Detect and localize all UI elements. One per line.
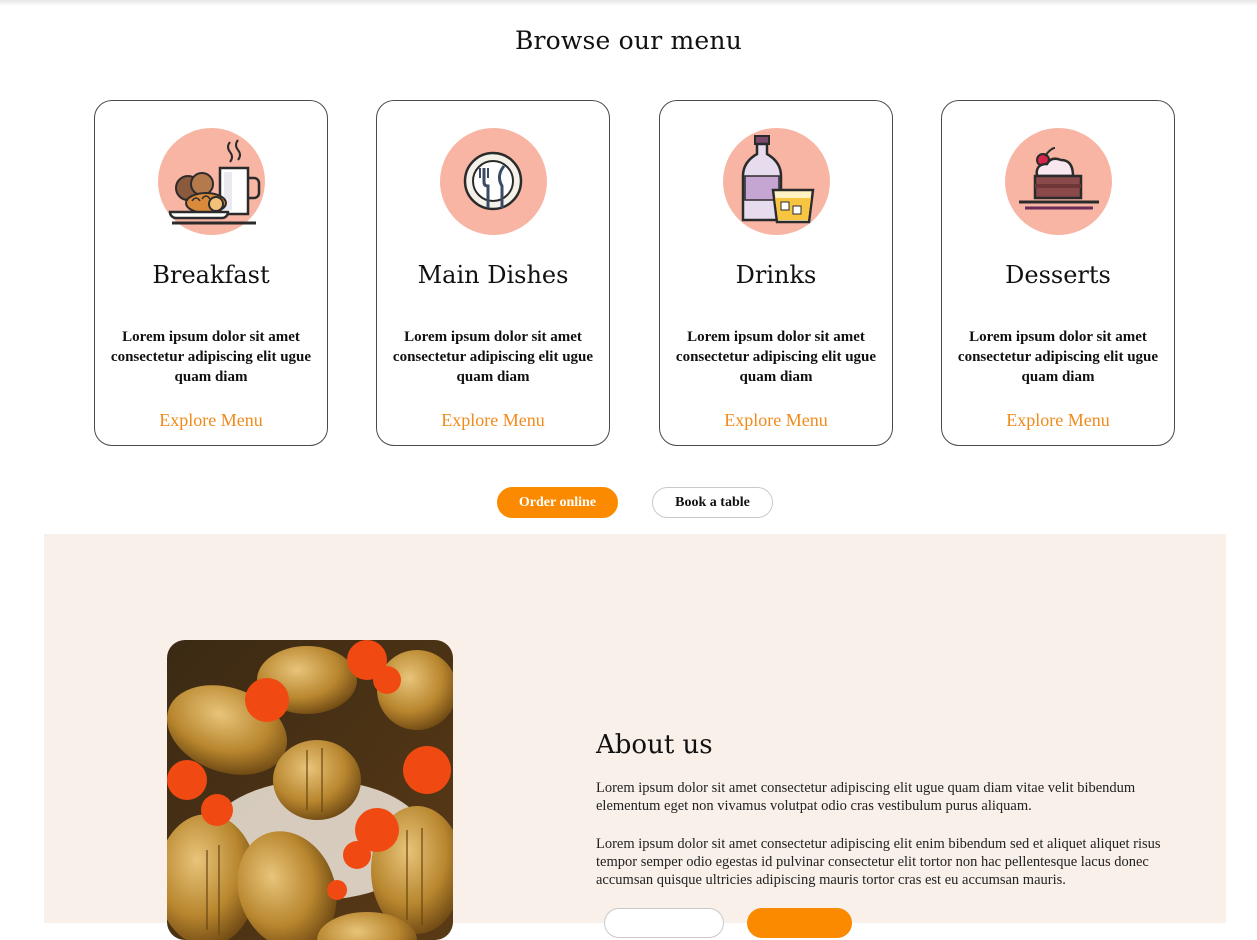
about-paragraph-1: Lorem ipsum dolor sit amet consectetur a… <box>596 780 1136 814</box>
explore-menu-link[interactable]: Explore Menu <box>95 410 327 431</box>
card-description: Lorem ipsum dolor sit amet consectetur a… <box>675 329 877 385</box>
about-secondary-button[interactable] <box>604 908 724 938</box>
card-description: Lorem ipsum dolor sit amet consectetur a… <box>957 329 1159 385</box>
card-title: Desserts <box>1005 261 1111 289</box>
explore-menu-link[interactable]: Explore Menu <box>660 410 892 431</box>
explore-menu-link[interactable]: Explore Menu <box>942 410 1174 431</box>
menu-card-breakfast: Breakfast Lorem ipsum dolor sit amet con… <box>94 100 328 446</box>
about-paragraph-2: Lorem ipsum dolor sit amet consectetur a… <box>596 836 1161 888</box>
plate-fork-knife-icon <box>440 128 547 235</box>
about-primary-button[interactable] <box>747 908 852 938</box>
cake-dessert-icon <box>1005 128 1112 235</box>
menu-card-drinks: Drinks Lorem ipsum dolor sit amet consec… <box>659 100 893 446</box>
explore-menu-link[interactable]: Explore Menu <box>377 410 609 431</box>
breakfast-icon <box>158 128 265 235</box>
card-title: Breakfast <box>152 261 270 289</box>
top-shadow <box>0 0 1257 6</box>
menu-card-main-dishes: Main Dishes Lorem ipsum dolor sit amet c… <box>376 100 610 446</box>
card-title: Main Dishes <box>417 261 569 289</box>
card-description: Lorem ipsum dolor sit amet consectetur a… <box>110 329 312 385</box>
order-online-button[interactable]: Order online <box>497 487 618 518</box>
about-section: About us Lorem ipsum dolor sit amet cons… <box>44 534 1226 940</box>
roasted-potatoes-photo <box>167 640 453 940</box>
card-description: Lorem ipsum dolor sit amet consectetur a… <box>392 329 594 385</box>
drinks-bottle-glass-icon <box>723 128 830 235</box>
card-title: Drinks <box>735 261 817 289</box>
book-table-button[interactable]: Book a table <box>652 487 773 518</box>
about-title: About us <box>596 730 713 760</box>
menu-section-title: Browse our menu <box>514 26 743 55</box>
menu-card-desserts: Desserts Lorem ipsum dolor sit amet cons… <box>941 100 1175 446</box>
